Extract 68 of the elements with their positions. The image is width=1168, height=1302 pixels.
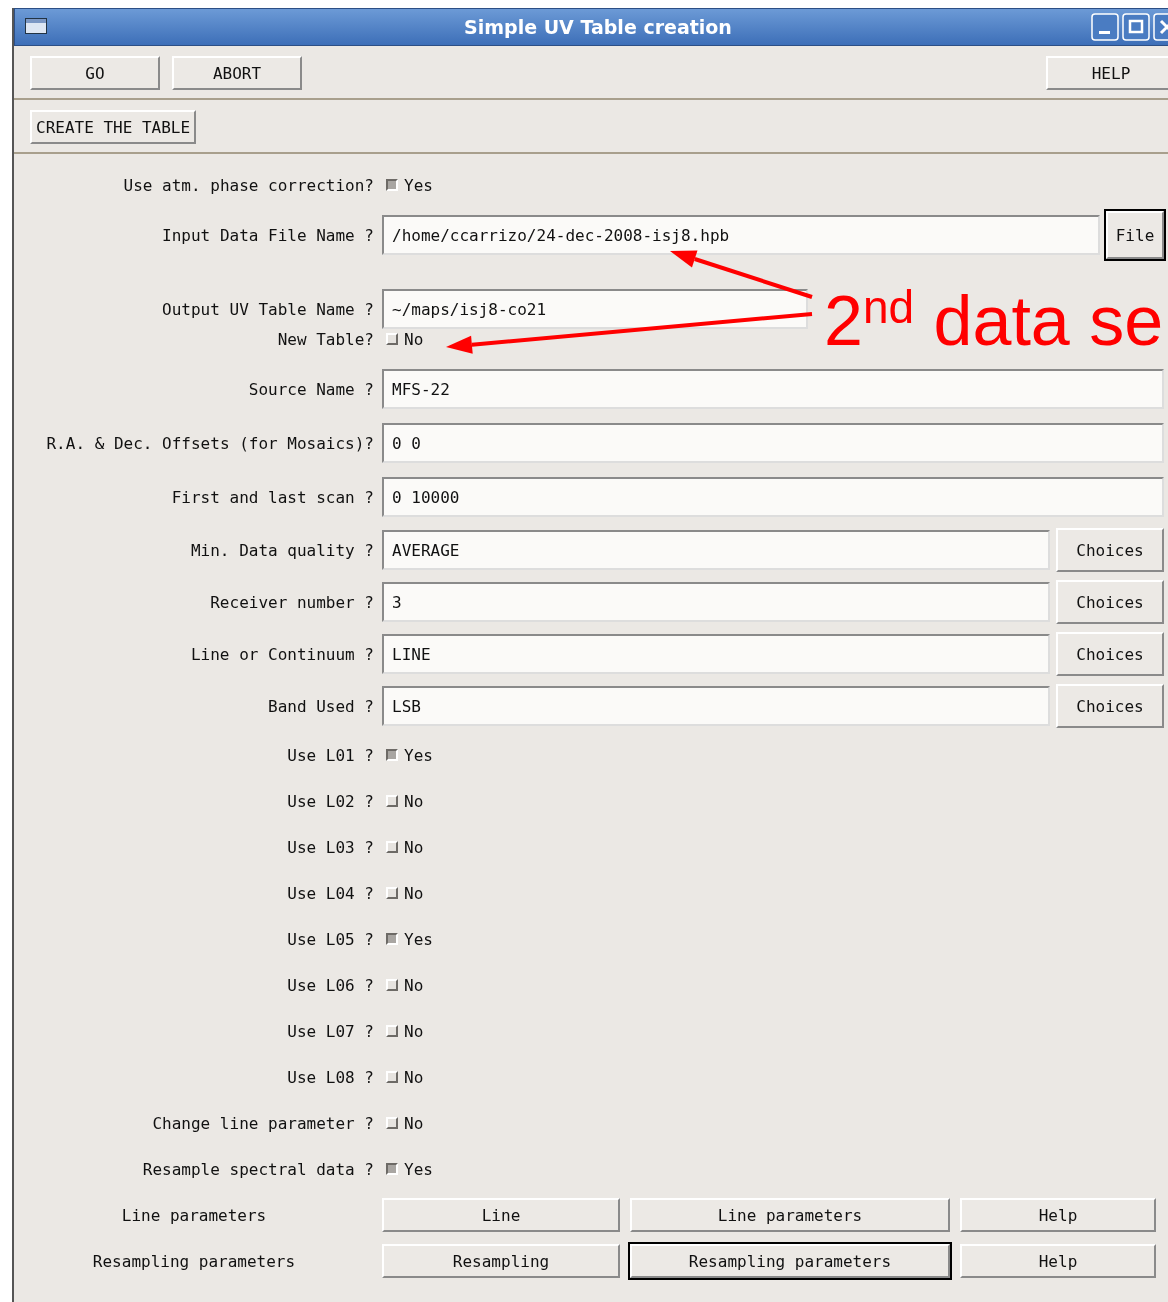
field-label: R.A. & Dec. Offsets (for Mosaics)? xyxy=(45,433,374,453)
field-label: Use L03 ? xyxy=(286,837,374,857)
window-title: Simple UV Table creation xyxy=(464,16,732,38)
checkbox-label[interactable]: No xyxy=(404,1021,424,1041)
field-label: New Table? xyxy=(276,329,374,349)
input-field[interactable]: AVERAGE xyxy=(382,530,1050,570)
checkbox-label[interactable]: No xyxy=(404,975,424,995)
field-label: Use atm. phase correction? xyxy=(122,175,374,195)
input-field[interactable]: LINE xyxy=(382,634,1050,674)
field-label: Use L06 ? xyxy=(286,975,374,995)
field-label: Use L04 ? xyxy=(286,883,374,903)
checkbox-label[interactable]: Yes xyxy=(404,175,433,195)
checkbox-label[interactable]: No xyxy=(404,1067,424,1087)
field-label: Use L01 ? xyxy=(286,745,374,765)
input-field[interactable]: MFS-22 xyxy=(382,369,1164,409)
choices-button[interactable]: Choices xyxy=(1056,684,1164,728)
minimize-icon[interactable] xyxy=(1091,13,1119,41)
action-button[interactable]: Help xyxy=(960,1244,1156,1278)
action-button[interactable]: Resampling parameters xyxy=(630,1244,950,1278)
field-label: Band Used ? xyxy=(267,696,374,716)
checkbox[interactable] xyxy=(386,933,398,945)
checkbox-label[interactable]: Yes xyxy=(404,929,433,949)
field-label: First and last scan ? xyxy=(170,487,374,507)
choices-button[interactable]: Choices xyxy=(1056,528,1164,572)
field-label: Output UV Table Name ? xyxy=(161,299,374,319)
field-label: Use L02 ? xyxy=(286,791,374,811)
field-label: Min. Data quality ? xyxy=(189,540,374,560)
action-button[interactable]: Help xyxy=(960,1198,1156,1232)
toolbar-button[interactable]: GO xyxy=(30,56,160,90)
help-button[interactable]: HELP xyxy=(1046,56,1168,90)
field-label: Receiver number ? xyxy=(209,592,374,612)
input-field[interactable]: 0 0 xyxy=(382,423,1164,463)
action-button[interactable]: Line parameters xyxy=(630,1198,950,1232)
action-button[interactable]: Line xyxy=(382,1198,620,1232)
choices-button[interactable]: Choices xyxy=(1056,632,1164,676)
checkbox-label[interactable]: Yes xyxy=(404,1159,433,1179)
checkbox-label[interactable]: No xyxy=(404,837,424,857)
field-label: Line or Continuum ? xyxy=(189,644,374,664)
section-label: Resampling parameters xyxy=(91,1251,297,1271)
maximize-icon[interactable] xyxy=(1122,13,1150,41)
annotation-text: 2$^{nd}$ data se xyxy=(824,284,1164,356)
action-button[interactable]: Resampling xyxy=(382,1244,620,1278)
checkbox-label[interactable]: Yes xyxy=(404,745,433,765)
field-label: Change line parameter ? xyxy=(151,1113,374,1133)
field-label: Resample spectral data ? xyxy=(141,1159,374,1179)
field-label: Use L08 ? xyxy=(286,1067,374,1087)
choices-button[interactable]: Choices xyxy=(1056,580,1164,624)
field-label: Use L05 ? xyxy=(286,929,374,949)
field-label: Source Name ? xyxy=(247,379,374,399)
input-field[interactable]: 3 xyxy=(382,582,1050,622)
input-field[interactable]: LSB xyxy=(382,686,1050,726)
checkbox[interactable] xyxy=(386,1163,398,1175)
checkbox[interactable] xyxy=(386,749,398,761)
section-label: Line parameters xyxy=(120,1205,268,1225)
checkbox-label[interactable]: No xyxy=(404,791,424,811)
file-button[interactable]: File xyxy=(1106,211,1164,259)
checkbox[interactable] xyxy=(386,179,398,191)
checkbox-label[interactable]: No xyxy=(404,1113,424,1133)
input-field[interactable]: 0 10000 xyxy=(382,477,1164,517)
input-field[interactable]: /home/ccarrizo/24-dec-2008-isj8.hpb xyxy=(382,215,1100,255)
input-field[interactable]: ~/maps/isj8-co21 xyxy=(382,289,808,329)
window-menu-icon[interactable] xyxy=(25,18,47,34)
checkbox-label[interactable]: No xyxy=(404,883,424,903)
create-table-button[interactable]: CREATE THE TABLE xyxy=(30,110,197,144)
field-label: Input Data File Name ? xyxy=(161,225,374,245)
field-label: Use L07 ? xyxy=(286,1021,374,1041)
toolbar-button[interactable]: ABORT xyxy=(172,56,302,90)
checkbox-label[interactable]: No xyxy=(404,329,424,349)
